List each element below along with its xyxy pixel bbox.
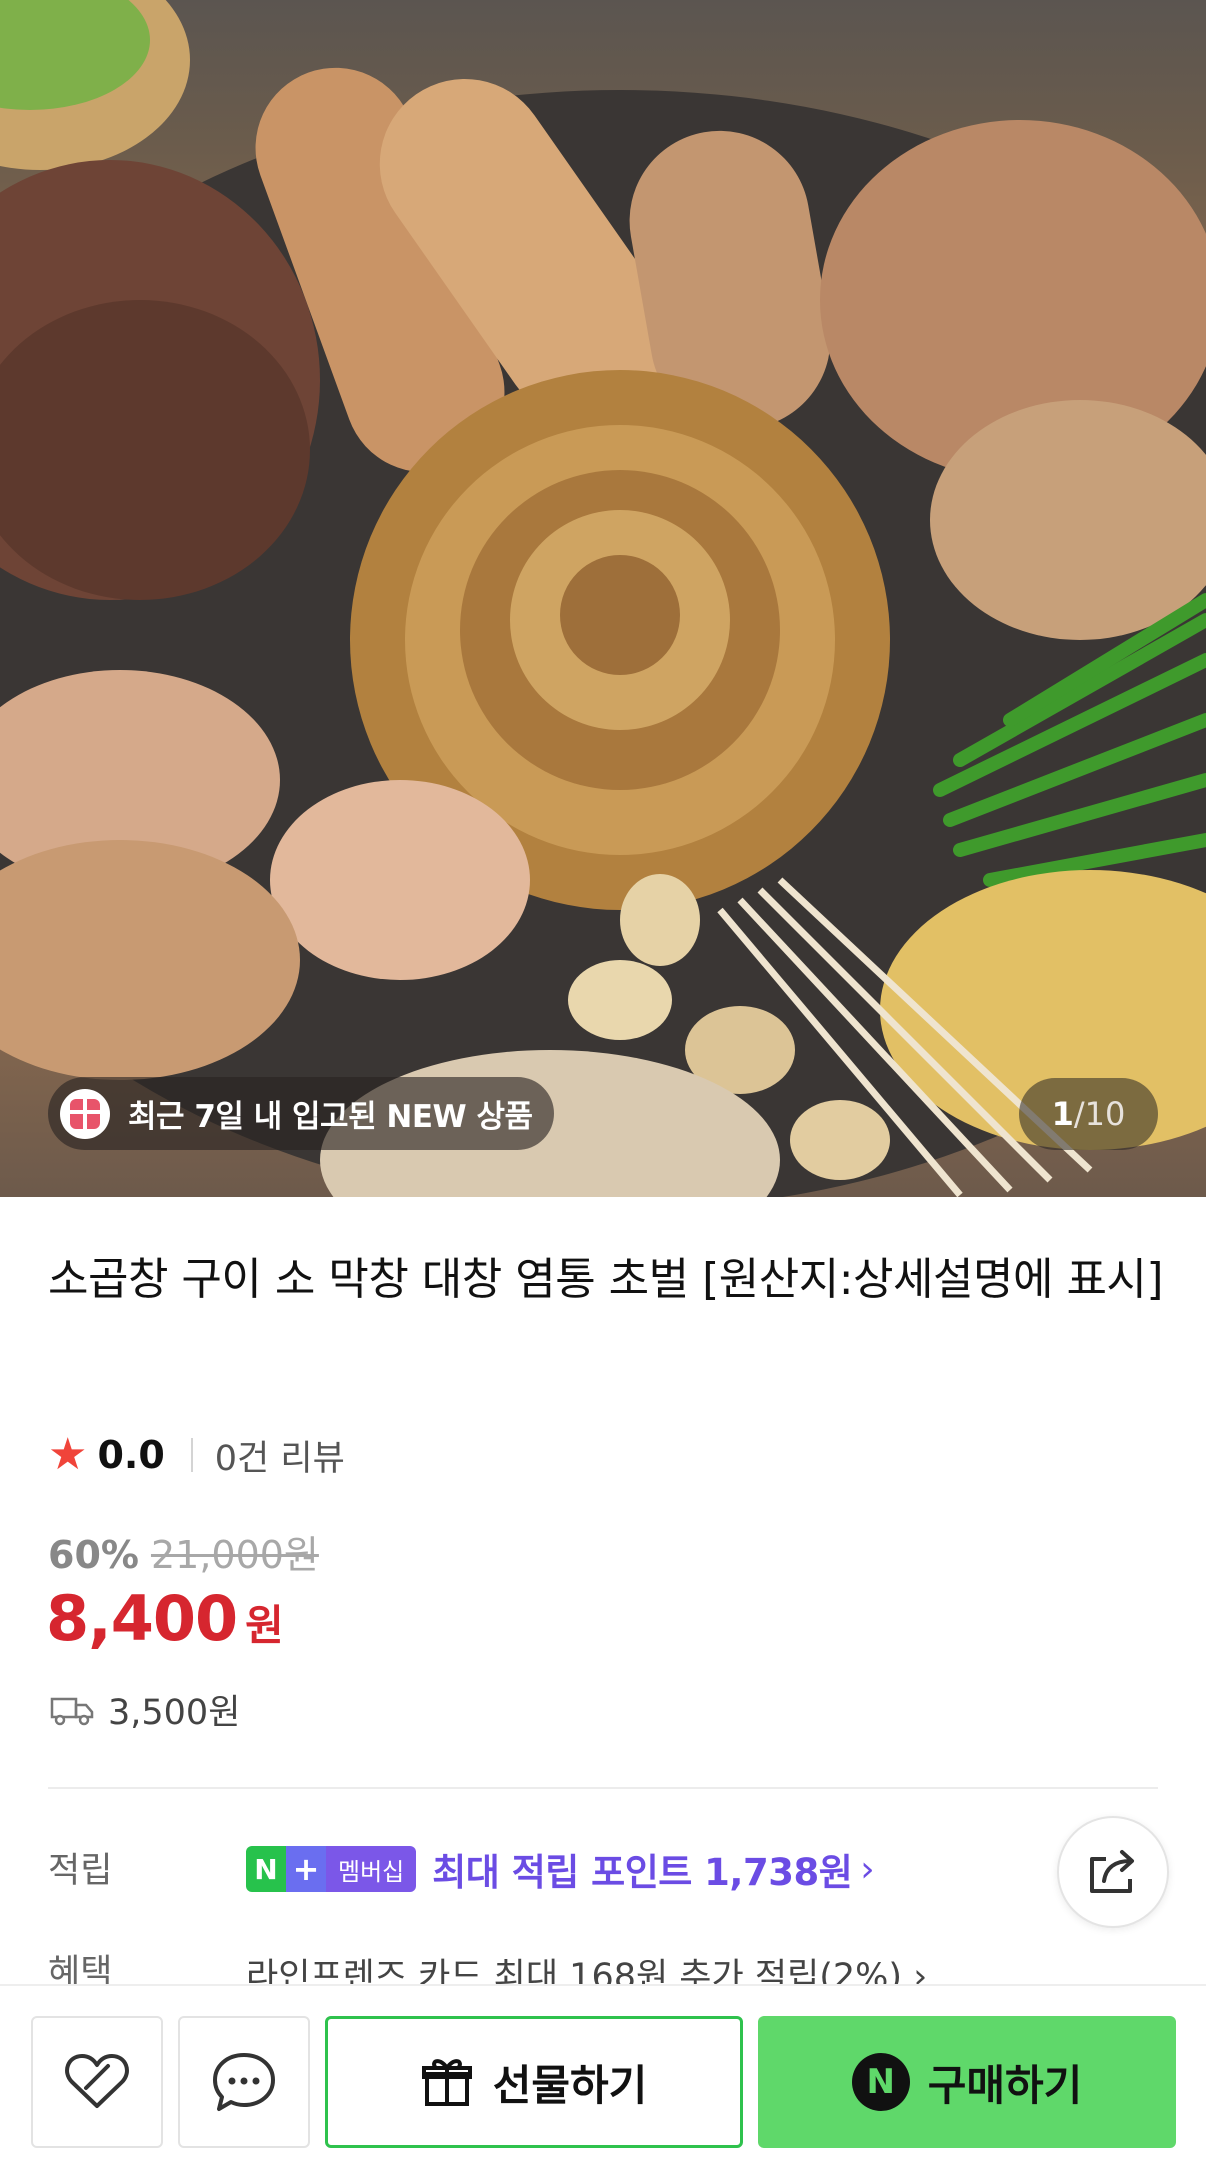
image-counter-separator: / xyxy=(1073,1095,1085,1133)
chat-bubble-icon xyxy=(213,2053,275,2111)
product-image[interactable]: 최근 7일 내 입고된 NEW 상품 1 / 10 xyxy=(0,0,1206,1197)
shipping-info: 3,500원 xyxy=(50,1684,240,1735)
bottom-action-bar: 선물하기 N 구매하기 xyxy=(0,1984,1206,2176)
naver-pay-icon: N xyxy=(851,2053,910,2111)
sale-price: 8,400 xyxy=(46,1582,238,1655)
wishlist-button[interactable] xyxy=(31,2016,163,2148)
image-counter: 1 / 10 xyxy=(1019,1078,1158,1150)
product-photo-illustration xyxy=(0,0,1206,1197)
new-arrival-text: 최근 7일 내 입고된 NEW 상품 xyxy=(128,1099,533,1135)
section-divider xyxy=(48,1787,1158,1789)
star-icon: ★ xyxy=(48,1429,88,1480)
shipping-fee: 3,500원 xyxy=(108,1693,241,1733)
sale-price-line: 8,400 원 xyxy=(46,1582,284,1655)
gift-button-label: 선물하기 xyxy=(492,2060,648,2110)
original-price: 21,000원 xyxy=(150,1533,319,1577)
buy-button-label: 구매하기 xyxy=(927,2060,1083,2110)
rating-score: 0.0 xyxy=(97,1433,165,1477)
chevron-right-icon: › xyxy=(860,1848,875,1890)
membership-points-link[interactable]: N + 멤버십 최대 적립 포인트 1,738원 › xyxy=(246,1842,875,1896)
discount-percent: 60% xyxy=(48,1533,139,1577)
gift-icon xyxy=(421,2059,472,2106)
currency-unit: 원 xyxy=(245,1601,284,1650)
plus-icon: + xyxy=(286,1846,326,1892)
review-count-link[interactable]: 0건 리뷰 xyxy=(215,1430,345,1481)
membership-label: 멤버십 xyxy=(326,1846,417,1892)
gift-box-icon xyxy=(60,1088,110,1139)
image-counter-current: 1 xyxy=(1051,1095,1074,1133)
new-arrival-badge: 최근 7일 내 입고된 NEW 상품 xyxy=(48,1077,554,1150)
naver-membership-badge: N + 멤버십 xyxy=(246,1846,417,1892)
rating-summary[interactable]: ★ 0.0 0건 리뷰 xyxy=(48,1430,345,1480)
delivery-truck-icon xyxy=(50,1697,94,1725)
image-counter-total: 10 xyxy=(1084,1095,1126,1133)
rating-divider xyxy=(190,1438,193,1472)
points-label: 적립 xyxy=(48,1851,113,1891)
max-points-text: 최대 적립 포인트 1,738원 xyxy=(432,1851,853,1894)
discount-line: 60% 21,000원 xyxy=(48,1524,319,1579)
naver-n-icon: N xyxy=(246,1846,286,1892)
buy-button[interactable]: N 구매하기 xyxy=(758,2016,1176,2148)
heart-icon xyxy=(65,2054,129,2108)
share-icon xyxy=(1090,1850,1134,1893)
share-button[interactable] xyxy=(1057,1816,1169,1928)
product-title: 소곱창 구이 소 막창 대창 염통 초벌 [원산지:상세설명에 표시] xyxy=(48,1254,1164,1305)
talk-button[interactable] xyxy=(178,2016,310,2148)
gift-button[interactable]: 선물하기 xyxy=(325,2016,743,2148)
